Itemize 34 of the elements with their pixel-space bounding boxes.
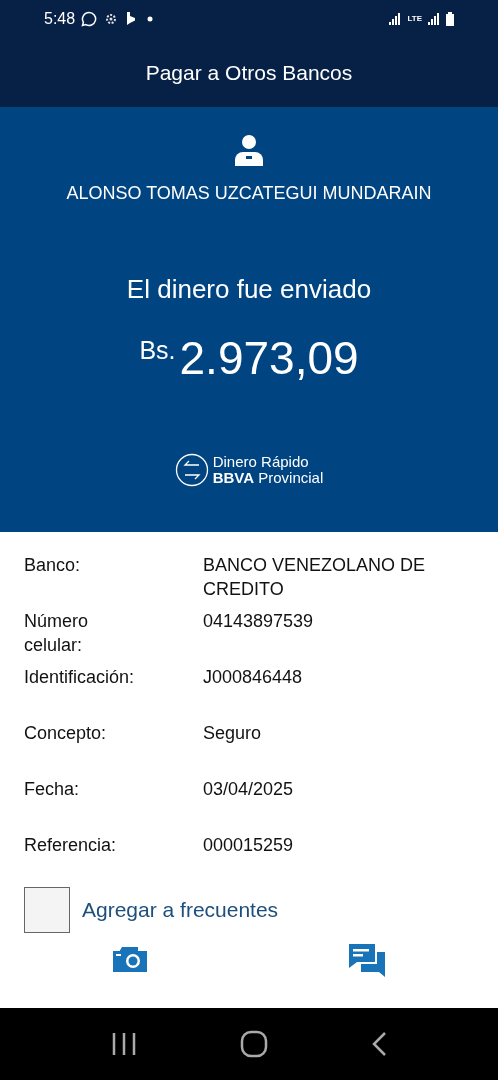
field-label: Número celular:	[24, 610, 90, 657]
field-value: 000015259	[203, 834, 295, 857]
brand-name: BBVA Provincial	[212, 470, 324, 486]
field-value: 04143897539	[203, 610, 315, 633]
success-message: El dinero fue enviado	[126, 274, 372, 305]
chat-icon[interactable]	[348, 943, 386, 977]
field-label: Fecha:	[24, 778, 81, 801]
signal-icon	[389, 13, 402, 25]
transfer-icon	[174, 453, 209, 487]
screen-title: Pagar a Otros Bancos	[145, 60, 353, 85]
currency-symbol: Bs.	[139, 336, 176, 365]
recent-apps-icon[interactable]	[111, 1032, 138, 1056]
back-icon[interactable]	[370, 1031, 387, 1057]
field-value: 03/04/2025	[203, 778, 295, 801]
recipient-name: ALONSO TOMAS UZCATEGUI MUNDARAIN	[66, 183, 432, 204]
field-label: Referencia:	[24, 834, 118, 857]
field-label: Concepto:	[24, 722, 108, 745]
field-value: BANCO VENEZOLANO DE CREDITO	[203, 554, 427, 601]
amount: 2.973,09	[179, 331, 359, 385]
checkbox[interactable]	[24, 887, 70, 933]
status-time: 5:48	[44, 10, 76, 28]
battery-icon	[446, 12, 454, 26]
brand-name: Dinero Rápido	[212, 454, 310, 470]
b-icon	[125, 11, 138, 27]
field-label: Banco:	[24, 554, 82, 577]
home-icon[interactable]	[240, 1030, 268, 1058]
field-value: Seguro	[203, 722, 263, 745]
field-value: J000846448	[203, 666, 304, 689]
signal-icon	[428, 13, 440, 25]
network-type: LTE	[407, 15, 422, 23]
person-icon	[234, 134, 264, 166]
checkbox-label[interactable]: Agregar a frecuentes	[82, 898, 279, 922]
chat-icon	[81, 11, 98, 27]
field-label: Identificación:	[24, 666, 134, 689]
